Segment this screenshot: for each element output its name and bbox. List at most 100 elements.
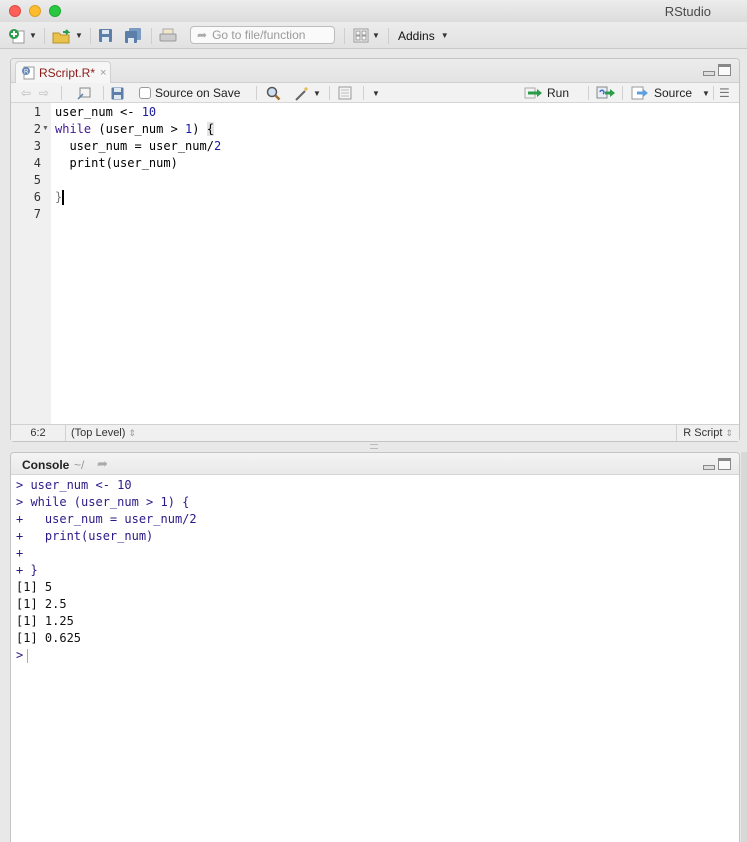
goto-placeholder: Go to file/function [212, 28, 306, 42]
more-options-button[interactable]: ▼ [369, 85, 380, 101]
notebook-icon [338, 86, 352, 100]
close-window-button[interactable] [9, 5, 21, 17]
code-editor[interactable]: user_num <- 10 while (user_num > 1) { us… [51, 103, 739, 425]
minimize-pane-button[interactable] [703, 465, 715, 470]
forward-arrow-icon: ⇨ [39, 86, 50, 100]
pane-layout-button[interactable]: ▼ [353, 27, 380, 44]
console-header: Console ~/ ➦ [11, 453, 739, 475]
code-line: while (user_num > 1) { [55, 122, 214, 136]
open-folder-icon [52, 28, 71, 43]
print-button[interactable] [159, 27, 177, 44]
rerun-button[interactable] [596, 85, 616, 101]
minimize-window-button[interactable] [29, 5, 41, 17]
code-line: } [55, 190, 65, 205]
line-number: 7 [33, 207, 41, 221]
console-line: [1] 2.5 [16, 597, 67, 611]
chevron-down-icon: ▼ [29, 31, 37, 40]
chevron-down-icon: ▼ [702, 88, 710, 98]
text-cursor [27, 648, 29, 663]
goto-file-function-input[interactable]: ➦ Go to file/function [190, 26, 335, 44]
file-type-label: R Script [683, 427, 723, 439]
window-edge [741, 452, 747, 842]
maximize-pane-button[interactable] [718, 458, 731, 470]
find-replace-button[interactable] [266, 85, 281, 101]
chevron-down-icon: ▼ [313, 88, 321, 98]
document-outline-button[interactable]: ☰ [719, 85, 730, 101]
close-tab-icon[interactable]: × [100, 67, 106, 79]
console-line: + } [16, 563, 38, 577]
tab-rscript[interactable]: R RScript.R* × [15, 61, 111, 83]
back-arrow-icon: ⇦ [21, 86, 32, 100]
line-number: 2 [33, 122, 41, 136]
run-icon [524, 87, 542, 99]
scope-selector[interactable]: (Top Level) ⇕ [71, 425, 136, 441]
source-on-save-label: Source on Save [155, 86, 241, 100]
source-pane-window-controls [703, 64, 731, 76]
minimize-pane-button[interactable] [703, 71, 715, 76]
source-options-button[interactable]: ▼ [699, 85, 710, 101]
code-line: user_num = user_num/2 [55, 139, 222, 153]
text-cursor [62, 190, 65, 205]
grid-layout-icon [353, 28, 369, 43]
goto-arrow-icon: ➦ [197, 28, 208, 42]
console-line: [1] 5 [16, 580, 53, 594]
magic-wand-icon [295, 86, 308, 101]
print-icon [159, 28, 177, 42]
source-button[interactable]: Source [631, 85, 692, 101]
outline-icon: ☰ [719, 86, 730, 100]
file-type-selector[interactable]: R Script ⇕ [676, 425, 739, 441]
chevron-down-icon: ▼ [372, 31, 380, 40]
console-line: + user_num = user_num/2 [16, 512, 197, 526]
working-directory: ~/ [74, 458, 85, 472]
editor-save-button[interactable] [111, 85, 124, 101]
chevron-down-icon: ▼ [75, 31, 83, 40]
console-prompt: > [16, 648, 24, 662]
back-button[interactable]: ⇦ [21, 85, 31, 101]
zoom-window-button[interactable] [49, 5, 61, 17]
tab-filename: RScript.R* [39, 65, 96, 80]
run-button[interactable]: Run [524, 85, 569, 101]
forward-button[interactable]: ⇨ [39, 85, 49, 101]
console-line: > user_num <- 10 [16, 478, 132, 492]
pane-splitter[interactable] [370, 444, 378, 449]
main-toolbar: ▼ ▼ ➦ Go to file/function ▼ Addins ▼ [0, 22, 747, 49]
checkbox-box[interactable] [139, 87, 151, 99]
save-button[interactable] [98, 27, 113, 44]
new-file-button[interactable]: ▼ [8, 27, 37, 44]
popout-icon [77, 87, 91, 100]
go-to-directory-icon[interactable]: ➦ [97, 456, 108, 472]
addins-menu[interactable]: Addins ▼ [398, 27, 449, 44]
line-number: 6 [33, 190, 41, 204]
line-number: 5 [33, 173, 41, 187]
console-title[interactable]: Console [22, 458, 69, 472]
svg-text:R: R [24, 69, 29, 75]
fold-arrow-icon[interactable]: ▼ [42, 125, 49, 132]
maximize-pane-button[interactable] [718, 64, 731, 76]
console-output[interactable]: > user_num <- 10 > while (user_num > 1) … [11, 475, 739, 842]
show-in-window-button[interactable] [77, 85, 91, 101]
editor-toolbar: ⇦ ⇨ Source on Save ▼ ▼ Run Source ▼ ☰ [11, 83, 739, 103]
save-all-icon [125, 27, 141, 43]
save-icon [99, 29, 112, 42]
search-icon [266, 86, 281, 100]
addins-label: Addins [398, 28, 435, 43]
code-line: user_num <- 10 [55, 105, 157, 119]
save-all-button[interactable] [124, 27, 142, 44]
window-titlebar: RStudio [0, 0, 747, 22]
source-on-save-checkbox[interactable]: Source on Save [139, 85, 240, 101]
console-line: [1] 0.625 [16, 631, 82, 645]
scope-label: (Top Level) [71, 427, 126, 439]
code-line: print(user_num) [55, 156, 178, 170]
line-number: 3 [33, 139, 41, 153]
console-input-line[interactable]: > [16, 647, 29, 664]
line-number-gutter: 1 2 ▼ 3 4 5 6 7 [11, 103, 51, 425]
console-line: + print(user_num) [16, 529, 154, 543]
open-project-button[interactable]: ▼ [52, 27, 83, 44]
window-title: RStudio [664, 4, 711, 19]
code-tools-button[interactable]: ▼ [294, 85, 321, 101]
run-label: Run [547, 86, 570, 100]
compile-report-button[interactable] [338, 85, 352, 101]
save-icon [111, 87, 124, 99]
editor-statusbar: 6:2 (Top Level) ⇕ R Script ⇕ [11, 424, 739, 441]
source-pane: R RScript.R* × ⇦ ⇨ Source on Save ▼ ▼ Ru… [10, 58, 740, 442]
